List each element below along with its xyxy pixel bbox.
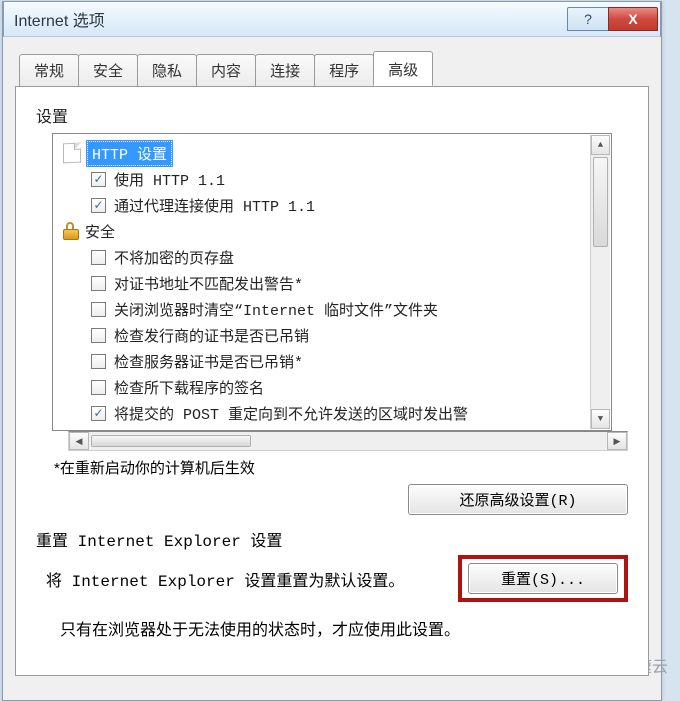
reset-description: 将 Internet Explorer 设置重置为默认设置。 [46, 567, 404, 591]
lock-icon [63, 222, 79, 240]
file-icon [63, 143, 81, 164]
tree-item[interactable]: 检查服务器证书是否已吊销* [53, 348, 611, 374]
checkbox[interactable] [91, 328, 106, 343]
tree-item[interactable]: 对证书地址不匹配发出警告* [53, 270, 611, 296]
window-title: Internet 选项 [14, 7, 105, 31]
tree-category-label: HTTP 设置 [87, 141, 172, 166]
tree-item[interactable]: ✓ 将提交的 POST 重定向到不允许发送的区域时发出警 [53, 400, 611, 426]
tree-item[interactable]: 不将加密的页存盘 [53, 244, 611, 270]
tree-item-label: 检查所下载程序的签名 [114, 377, 264, 398]
scroll-thumb-h[interactable] [91, 435, 251, 447]
reset-row: 将 Internet Explorer 设置重置为默认设置。 重置(S)... [36, 555, 628, 602]
checkbox[interactable]: ✓ [91, 198, 106, 213]
scroll-left-button[interactable]: ◀ [69, 432, 89, 450]
close-button[interactable]: X [608, 7, 658, 31]
scroll-track-h[interactable] [89, 432, 607, 450]
checkbox[interactable] [91, 380, 106, 395]
checkbox[interactable] [91, 354, 106, 369]
settings-tree[interactable]: HTTP 设置 ✓ 使用 HTTP 1.1 ✓ 通过代理连接使用 HTTP 1.1 安全不… [52, 133, 612, 431]
tree-item[interactable]: 关闭浏览器时清空“Internet 临时文件”文件夹 [53, 296, 611, 322]
dialog-body: 常规安全隐私内容连接程序高级 设置 HTTP 设置✓使用 HTTP 1.1✓通过… [3, 37, 661, 700]
reset-button[interactable]: 重置(S)... [468, 563, 618, 594]
tab-6[interactable]: 高级 [373, 51, 433, 86]
tree-item-label: 将提交的 POST 重定向到不允许发送的区域时发出警 [114, 403, 468, 424]
tree-item-label: 使用 HTTP 1.1 [114, 169, 225, 190]
checkbox[interactable] [91, 250, 106, 265]
reset-hint: 只有在浏览器处于无法使用的状态时，才应使用此设置。 [60, 616, 628, 640]
dialog-window: Internet 选项 ? X 常规安全隐私内容连接程序高级 设置 HTTP 设… [2, 1, 662, 701]
scroll-right-button[interactable]: ▶ [607, 432, 627, 450]
tree-item-label: 不将加密的页存盘 [114, 247, 234, 268]
scroll-up-button[interactable]: ▲ [591, 135, 610, 155]
reset-heading: 重置 Internet Explorer 设置 [36, 527, 628, 551]
tree-item[interactable]: 检查所下载程序的签名 [53, 374, 611, 400]
tree-item[interactable]: ✓ 使用 HTTP 1.1 [53, 166, 611, 192]
vertical-scrollbar[interactable]: ▲ ▼ [590, 135, 610, 429]
titlebar: Internet 选项 ? X [3, 1, 661, 37]
tree-item[interactable]: 检查发行商的证书是否已吊销 [53, 322, 611, 348]
tab-0[interactable]: 常规 [19, 54, 79, 87]
tree-item-label: 检查发行商的证书是否已吊销 [114, 325, 309, 346]
scroll-track-v[interactable] [591, 249, 610, 409]
checkbox[interactable]: ✓ [91, 172, 106, 187]
tab-5[interactable]: 程序 [314, 54, 374, 87]
tree-item-label: 关闭浏览器时清空“Internet 临时文件”文件夹 [114, 299, 438, 320]
tab-3[interactable]: 内容 [196, 54, 256, 87]
tree-item[interactable]: 安全 [53, 218, 611, 244]
horizontal-scrollbar[interactable]: ◀ ▶ [68, 431, 628, 451]
reset-highlight-box: 重置(S)... [458, 555, 628, 602]
reset-group: 重置 Internet Explorer 设置 将 Internet Explo… [36, 527, 628, 602]
tree-item[interactable]: ✓ 通过代理连接使用 HTTP 1.1 [53, 192, 611, 218]
restart-note: *在重新启动你的计算机后生效 [54, 457, 628, 478]
tree-item-label: 对证书地址不匹配发出警告* [114, 273, 303, 294]
titlebar-buttons: ? X [568, 7, 658, 31]
checkbox[interactable] [91, 302, 106, 317]
help-button[interactable]: ? [567, 7, 609, 31]
restore-row: 还原高级设置(R) [36, 484, 628, 515]
restore-defaults-button[interactable]: 还原高级设置(R) [408, 484, 628, 515]
tab-page-advanced: 设置 HTTP 设置 ✓ 使用 HTTP 1.1 ✓ 通过代理连接使用 HTTP 1.1… [15, 86, 649, 676]
tab-2[interactable]: 隐私 [137, 54, 197, 87]
tree-item[interactable]: HTTP 设置 [53, 140, 611, 166]
checkbox[interactable]: ✓ [91, 406, 106, 421]
tab-1[interactable]: 安全 [78, 54, 138, 87]
tree-item-label: 检查服务器证书是否已吊销* [114, 351, 303, 372]
tab-4[interactable]: 连接 [255, 54, 315, 87]
tab-strip: 常规安全隐私内容连接程序高级 [15, 51, 649, 86]
settings-tree-container: HTTP 设置 ✓ 使用 HTTP 1.1 ✓ 通过代理连接使用 HTTP 1.1 安全不… [52, 133, 628, 451]
scroll-thumb-v[interactable] [593, 157, 608, 247]
tree-item-label: 通过代理连接使用 HTTP 1.1 [114, 195, 315, 216]
scroll-down-button[interactable]: ▼ [591, 409, 610, 429]
tree-category-label: 安全 [85, 221, 115, 242]
settings-section-label: 设置 [36, 103, 628, 127]
checkbox[interactable] [91, 276, 106, 291]
